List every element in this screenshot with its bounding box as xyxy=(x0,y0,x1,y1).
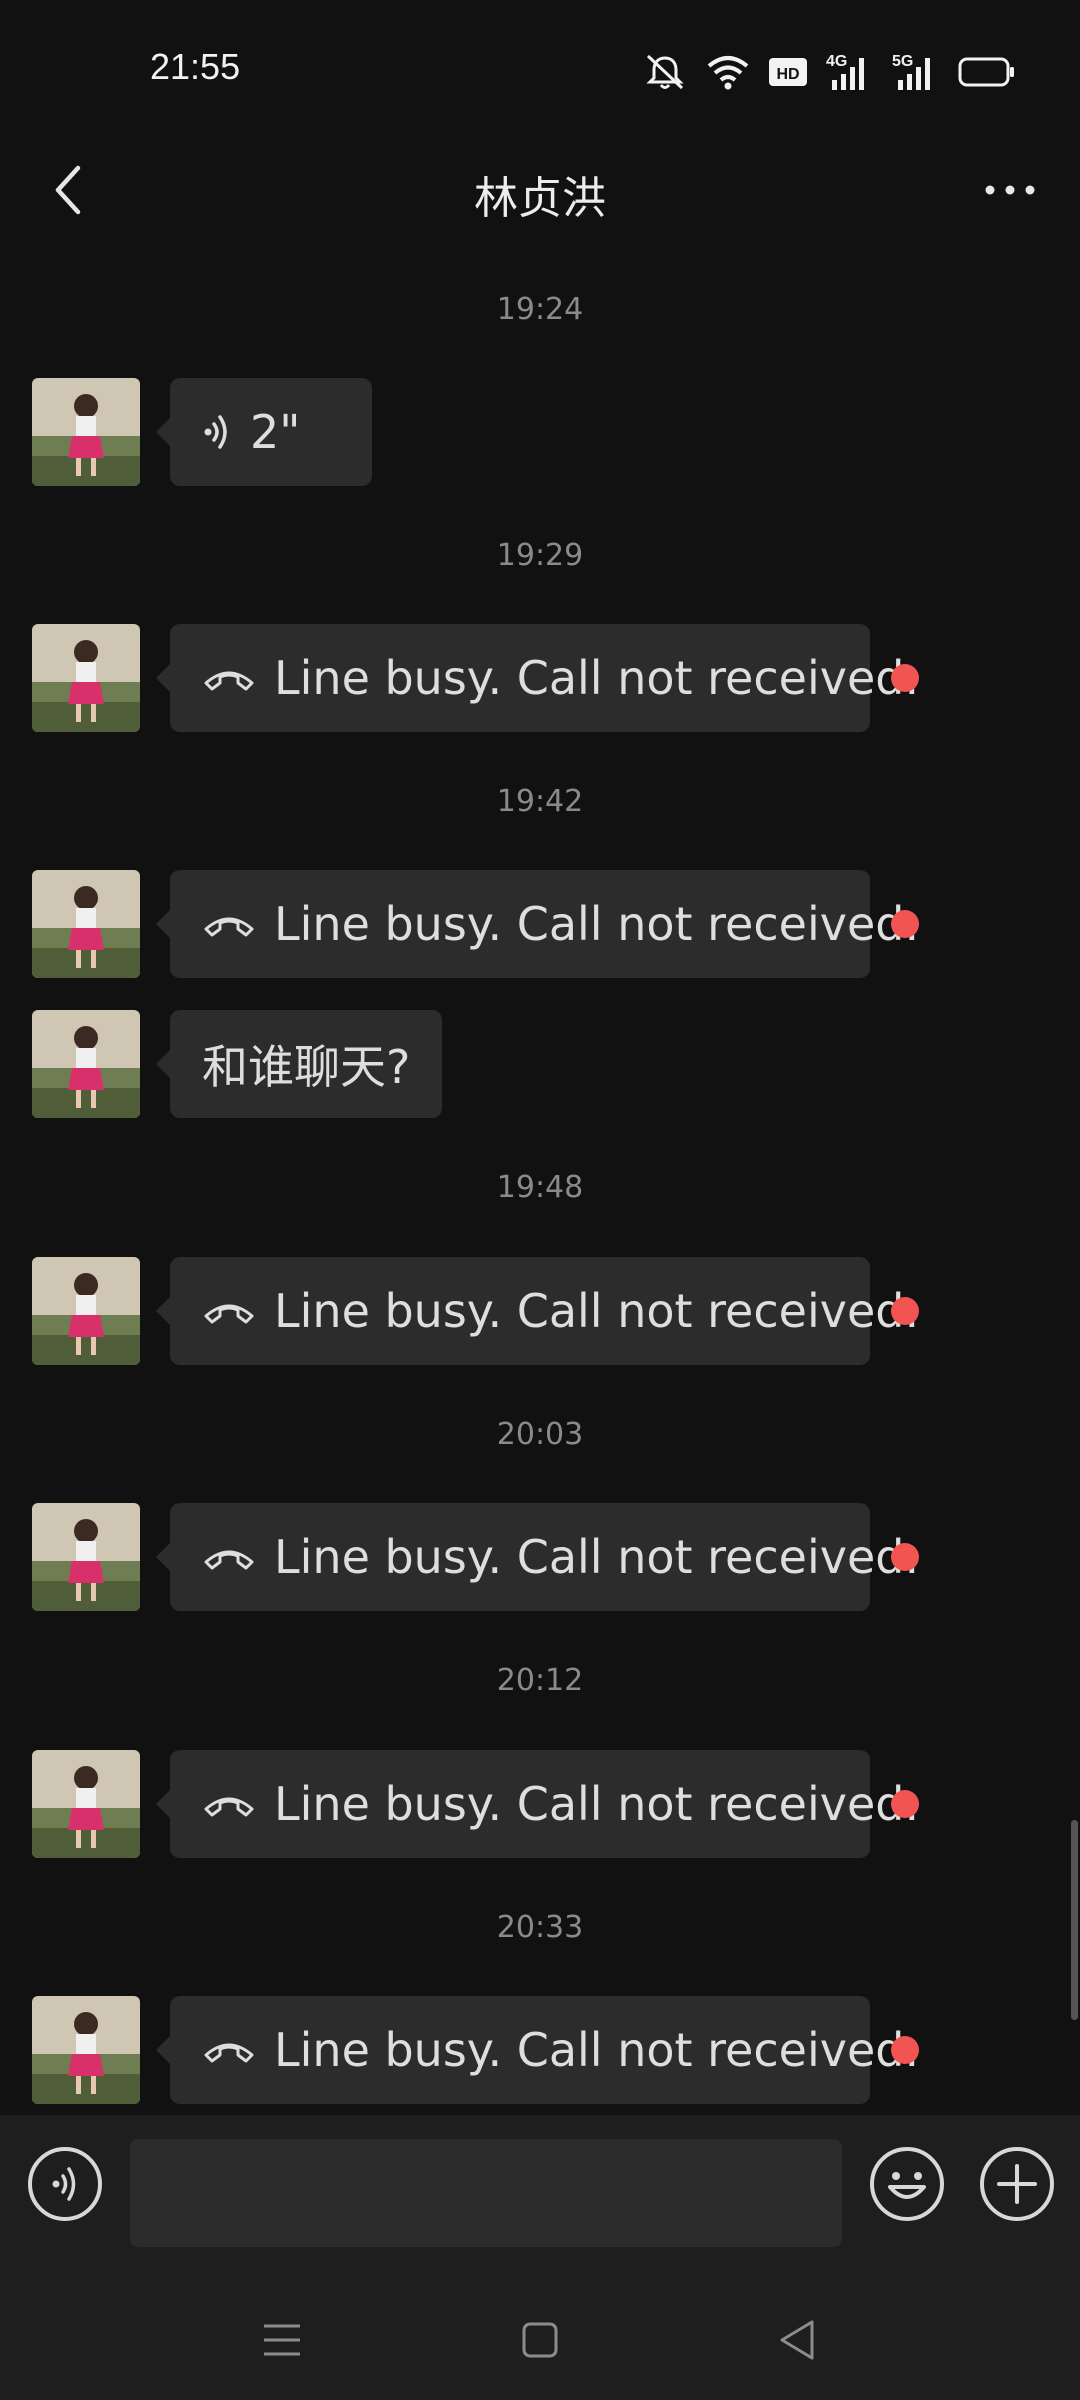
avatar-photo xyxy=(32,1996,140,2104)
phone-hangup-icon xyxy=(202,1542,256,1572)
contact-avatar[interactable] xyxy=(32,1257,140,1365)
message-input[interactable] xyxy=(130,2139,842,2247)
system-nav-bar xyxy=(0,2270,1080,2400)
wifi-icon xyxy=(706,54,750,90)
smiley-icon xyxy=(870,2147,944,2221)
status-icons: HD 4G 5G xyxy=(642,50,1016,94)
contact-avatar[interactable] xyxy=(32,1010,140,1118)
call-status-text: Line busy. Call not received. xyxy=(274,897,920,951)
bell-muted-icon xyxy=(642,52,688,92)
message-text: 和谁聊天? xyxy=(202,1040,411,1094)
message-timestamp: 20:12 xyxy=(496,1663,584,1698)
chat-title: 林贞洪 xyxy=(474,173,606,224)
missed-call-bubble[interactable]: Line busy. Call not received. xyxy=(156,1257,919,1365)
recent-apps-button[interactable] xyxy=(252,2310,312,2370)
unread-dot xyxy=(891,1297,919,1325)
svg-text:HD: HD xyxy=(776,66,799,83)
contact-avatar[interactable] xyxy=(32,870,140,978)
phone-hangup-icon xyxy=(202,663,256,693)
voice-wave-icon xyxy=(28,2147,102,2221)
missed-call-bubble[interactable]: Line busy. Call not received. xyxy=(156,624,919,732)
contact-avatar[interactable] xyxy=(32,1750,140,1858)
more-dots-icon xyxy=(985,185,1035,195)
missed-call-bubble[interactable]: Line busy. Call not received. xyxy=(156,870,919,978)
unread-dot xyxy=(891,2036,919,2064)
emoji-button[interactable] xyxy=(868,2145,946,2223)
plus-circle-icon xyxy=(980,2147,1054,2221)
hd-icon: HD xyxy=(768,56,808,88)
message-timestamp: 20:03 xyxy=(496,1417,584,1452)
battery-icon xyxy=(958,56,1016,88)
phone-hangup-icon xyxy=(202,1789,256,1819)
phone-hangup-icon xyxy=(202,1296,256,1326)
status-time: 21:55 xyxy=(150,46,241,87)
chat-header: 林贞洪 xyxy=(0,140,1080,240)
avatar-photo xyxy=(32,1257,140,1365)
message-timestamp: 19:48 xyxy=(496,1170,584,1205)
message-timestamp: 19:24 xyxy=(496,292,584,327)
system-back-button[interactable] xyxy=(768,2310,828,2370)
contact-avatar[interactable] xyxy=(32,378,140,486)
input-bar xyxy=(0,2115,1080,2270)
home-button[interactable] xyxy=(510,2310,570,2370)
call-status-text: Line busy. Call not received. xyxy=(274,2023,920,2077)
missed-call-bubble[interactable]: Line busy. Call not received. xyxy=(156,1750,919,1858)
unread-dot xyxy=(891,664,919,692)
phone-hangup-icon xyxy=(202,909,256,939)
text-message-bubble[interactable]: 和谁聊天? xyxy=(156,1010,442,1118)
menu-lines-icon xyxy=(264,2324,300,2356)
chat-screen: 21:55 HD 4G 5G 林贞洪 19:24 2" 19:29 Line b… xyxy=(0,0,1080,2400)
svg-text:5G: 5G xyxy=(892,53,913,70)
more-button[interactable] xyxy=(960,150,1060,230)
signal-4g-icon: 4G xyxy=(826,52,874,92)
avatar-photo xyxy=(32,1010,140,1118)
call-status-text: Line busy. Call not received. xyxy=(274,1284,920,1338)
triangle-back-icon xyxy=(780,2320,814,2360)
svg-text:4G: 4G xyxy=(826,53,847,70)
message-timestamp: 20:33 xyxy=(496,1910,584,1945)
unread-dot xyxy=(891,1543,919,1571)
square-icon xyxy=(522,2322,558,2358)
call-status-text: Line busy. Call not received. xyxy=(274,651,920,705)
contact-avatar[interactable] xyxy=(32,624,140,732)
message-list[interactable]: 19:24 2" 19:29 Line busy. Call not recei… xyxy=(0,240,1080,2115)
call-status-text: Line busy. Call not received. xyxy=(274,1530,920,1584)
scrollbar[interactable] xyxy=(1071,1820,1078,2020)
voice-wave-icon xyxy=(202,412,232,452)
more-functions-button[interactable] xyxy=(978,2145,1056,2223)
status-bar: 21:55 HD 4G 5G xyxy=(0,0,1080,140)
phone-hangup-icon xyxy=(202,2035,256,2065)
avatar-photo xyxy=(32,870,140,978)
signal-5g-icon: 5G xyxy=(892,52,940,92)
unread-dot xyxy=(891,1790,919,1818)
missed-call-bubble[interactable]: Line busy. Call not received. xyxy=(156,1996,919,2104)
missed-call-bubble[interactable]: Line busy. Call not received. xyxy=(156,1503,919,1611)
contact-avatar[interactable] xyxy=(32,1996,140,2104)
avatar-photo xyxy=(32,624,140,732)
message-timestamp: 19:29 xyxy=(496,538,584,573)
voice-input-button[interactable] xyxy=(26,2145,104,2223)
contact-avatar[interactable] xyxy=(32,1503,140,1611)
avatar-photo xyxy=(32,1750,140,1858)
message-timestamp: 19:42 xyxy=(496,784,584,819)
avatar-photo xyxy=(32,378,140,486)
unread-dot xyxy=(891,910,919,938)
call-status-text: Line busy. Call not received. xyxy=(274,1777,920,1831)
avatar-photo xyxy=(32,1503,140,1611)
voice-duration: 2" xyxy=(250,405,301,459)
voice-message-bubble[interactable]: 2" xyxy=(156,378,372,486)
